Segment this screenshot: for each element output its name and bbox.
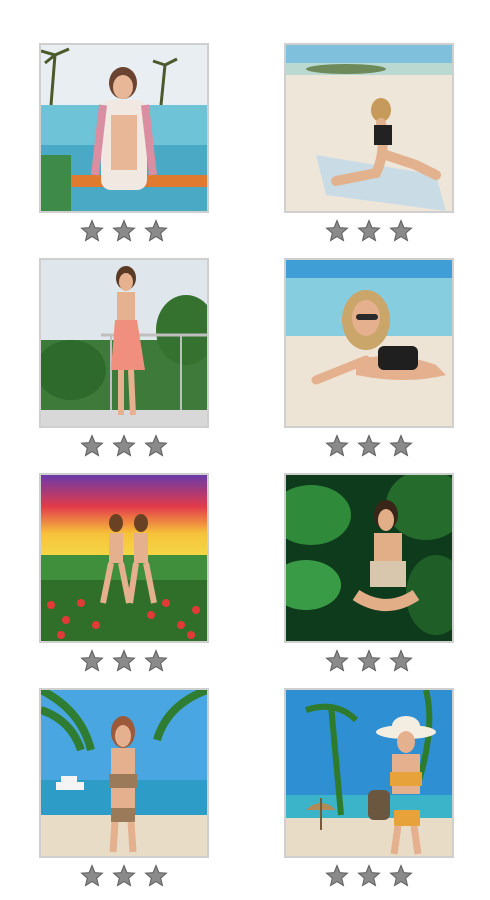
thumbnail-image[interactable] xyxy=(39,473,209,643)
gallery-card[interactable] xyxy=(284,473,454,673)
thumbnail-image[interactable] xyxy=(39,258,209,428)
star-icon xyxy=(357,649,381,672)
star-icon xyxy=(389,434,413,457)
star-icon xyxy=(80,434,104,457)
rating-stars xyxy=(284,864,454,888)
star-icon xyxy=(112,649,136,672)
rating-stars xyxy=(39,434,209,458)
gallery-card[interactable] xyxy=(39,688,209,888)
star-icon xyxy=(80,864,104,887)
rating-stars xyxy=(284,219,454,243)
rating-stars xyxy=(284,649,454,673)
thumbnail-image[interactable] xyxy=(284,473,454,643)
star-icon xyxy=(112,219,136,242)
star-icon xyxy=(112,434,136,457)
gallery-card[interactable] xyxy=(284,43,454,243)
star-icon xyxy=(112,864,136,887)
gallery-card[interactable] xyxy=(39,43,209,243)
star-icon xyxy=(80,219,104,242)
star-icon xyxy=(144,864,168,887)
star-icon xyxy=(144,219,168,242)
star-icon xyxy=(325,434,349,457)
star-icon xyxy=(389,219,413,242)
rating-stars xyxy=(39,649,209,673)
star-icon xyxy=(325,864,349,887)
thumbnail-image[interactable] xyxy=(284,43,454,213)
star-icon xyxy=(389,864,413,887)
thumbnail-image[interactable] xyxy=(39,688,209,858)
thumbnail-image[interactable] xyxy=(284,688,454,858)
photo-gallery xyxy=(0,0,490,900)
star-icon xyxy=(357,434,381,457)
star-icon xyxy=(357,864,381,887)
star-icon xyxy=(144,649,168,672)
gallery-card[interactable] xyxy=(284,688,454,888)
star-icon xyxy=(144,434,168,457)
gallery-card[interactable] xyxy=(39,258,209,458)
thumbnail-image[interactable] xyxy=(39,43,209,213)
star-icon xyxy=(325,219,349,242)
star-icon xyxy=(80,649,104,672)
rating-stars xyxy=(39,864,209,888)
star-icon xyxy=(357,219,381,242)
star-icon xyxy=(389,649,413,672)
thumbnail-image[interactable] xyxy=(284,258,454,428)
gallery-card[interactable] xyxy=(39,473,209,673)
star-icon xyxy=(325,649,349,672)
rating-stars xyxy=(39,219,209,243)
rating-stars xyxy=(284,434,454,458)
gallery-card[interactable] xyxy=(284,258,454,458)
